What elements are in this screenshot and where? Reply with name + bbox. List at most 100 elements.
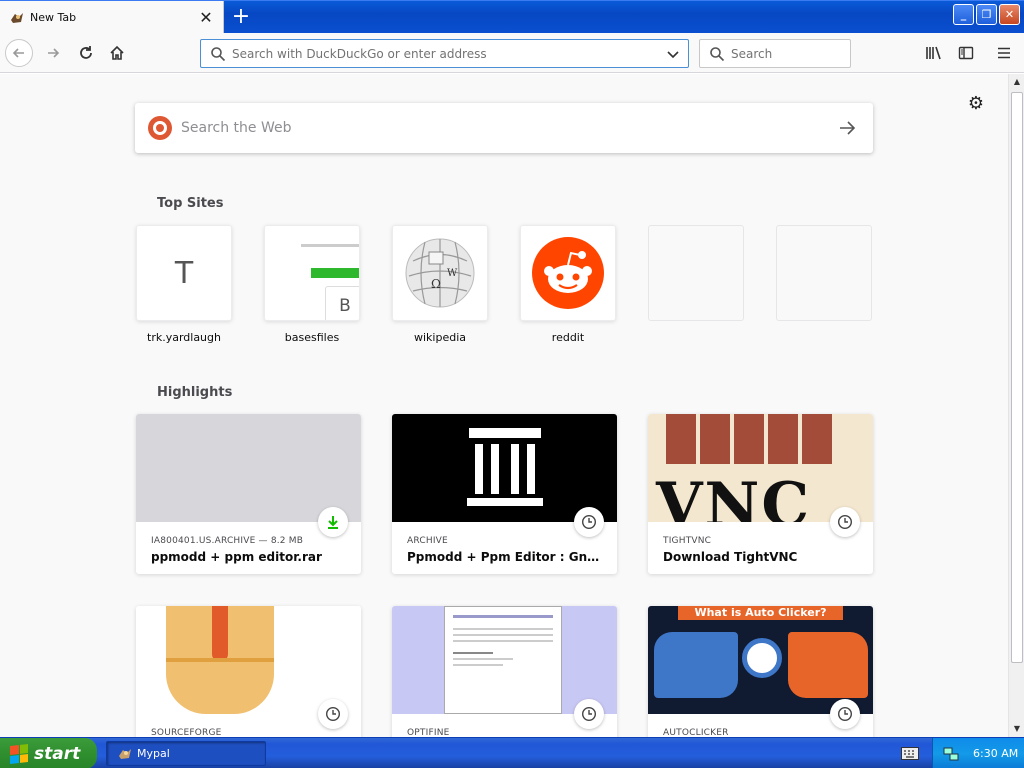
highlight-meta: IA800401.US.ARCHIVE — 8.2 MB ppmodd + pp… [136,507,361,574]
sidebar-icon [958,46,974,60]
taskbar-item-mypal[interactable]: Mypal [106,741,266,766]
search-input[interactable]: Search [731,47,772,61]
thumb-brick-pattern [666,414,836,464]
close-tab-icon[interactable]: ✕ [198,9,214,26]
thumb-line [453,634,553,636]
site-letter-badge: B [325,286,359,320]
highlight-thumbnail: VNC [648,414,873,522]
new-tab-button[interactable]: + [229,6,253,30]
top-site-label: basesfiles [284,331,340,344]
address-input[interactable]: Search with DuckDuckGo or enter address [232,47,666,61]
window-controls: _ ❐ ✕ [953,4,1020,25]
network-icon[interactable] [943,746,959,762]
scroll-down-arrow-icon[interactable]: ▼ [1010,721,1024,737]
highlight-card[interactable]: SOURCEFORGE [136,606,361,737]
thumb-center-logo [742,638,782,678]
highlight-card[interactable]: What is Auto Clicker? AUTOCLICKER [648,606,873,737]
top-site-label: reddit [551,331,585,344]
scroll-up-arrow-icon[interactable]: ▲ [1010,74,1024,90]
search-bar[interactable]: Search [699,39,851,68]
system-tray: 6:30 AM [932,738,1024,768]
site-screenshot-button [311,268,359,278]
clock-icon [574,699,604,729]
top-site-placeholder [648,225,744,321]
highlight-thumbnail [136,414,361,522]
top-site-reddit[interactable]: reddit [520,225,616,344]
new-tab-page: ⚙ Search the Web Top Sites T trk.yardlau… [0,74,1008,737]
scrollbar-thumb[interactable] [1011,92,1023,663]
tab-new-tab[interactable]: New Tab ✕ [0,1,224,34]
highlight-thumbnail: What is Auto Clicker? [648,606,873,714]
sidebar-button[interactable] [952,39,980,67]
highlight-source: TIGHTVNC [663,536,712,546]
address-bar[interactable]: Search with DuckDuckGo or enter address [200,39,689,68]
highlight-meta: AUTOCLICKER [648,699,873,737]
search-icon [211,46,226,61]
gear-icon[interactable]: ⚙ [966,94,986,114]
highlight-meta: SOURCEFORGE [136,699,361,737]
web-search-box[interactable]: Search the Web [135,103,873,153]
title-bar: New Tab ✕ + _ ❐ ✕ [0,0,1024,34]
highlights-heading: Highlights [157,385,233,400]
thumb-page [444,606,562,714]
clock-icon [830,699,860,729]
top-site-empty [648,225,744,321]
clock-icon [574,507,604,537]
highlight-thumbnail [136,606,361,714]
thumb-line [453,615,553,618]
library-button[interactable] [920,39,948,67]
thumb-banner: What is Auto Clicker? [678,606,843,620]
web-search-input[interactable]: Search the Web [181,120,837,136]
start-label: start [34,743,81,764]
top-site-tile[interactable]: T [136,225,232,321]
site-letter: T [174,255,194,291]
thumb-line [453,640,553,642]
tab-title: New Tab [30,11,77,24]
start-button[interactable]: start [0,738,97,768]
hamburger-menu-icon [998,47,1010,59]
download-icon [318,507,348,537]
highlight-thumbnail [392,606,617,714]
top-site-tile[interactable] [520,225,616,321]
highlight-meta: ARCHIVE Ppmodd + Ppm Editor : Gnta Mu... [392,507,617,574]
search-icon [710,46,725,61]
windows-taskbar: start Mypal 6:30 AM [0,737,1024,768]
keyboard-icon[interactable] [901,747,919,760]
highlight-card[interactable]: ARCHIVE Ppmodd + Ppm Editor : Gnta Mu... [392,414,617,574]
top-site-trk-yardlaugh[interactable]: T trk.yardlaugh [136,225,232,344]
top-site-basesfiles[interactable]: B basesfiles [264,225,360,344]
highlight-meta: OPTIFINE [392,699,617,737]
highlight-title: Ppmodd + Ppm Editor : Gnta Mu... [407,550,602,564]
taskbar-item-label: Mypal [137,747,170,760]
archive-building-icon [467,428,543,506]
highlight-card[interactable]: VNC TIGHTVNC Download TightVNC [648,414,873,574]
thumb-logo-text: VNC [656,470,812,522]
reload-button[interactable] [72,39,100,67]
thumb-line [453,658,513,660]
highlight-card[interactable]: OPTIFINE [392,606,617,737]
thumb-robot-right [788,632,868,698]
thumb-line [453,628,553,630]
top-site-wikipedia[interactable]: Ω W wikipedia [392,225,488,344]
highlight-source: OPTIFINE [407,728,450,737]
mypal-icon [119,748,131,759]
highlight-card[interactable]: IA800401.US.ARCHIVE — 8.2 MB ppmodd + pp… [136,414,361,574]
top-site-placeholder [776,225,872,321]
back-button[interactable] [5,39,33,67]
page-scrollbar[interactable]: ▲ ▼ [1008,74,1024,737]
highlight-source: AUTOCLICKER [663,728,729,737]
restore-button[interactable]: ❐ [976,4,997,25]
clock-icon [318,699,348,729]
forward-button[interactable] [39,39,67,67]
arrow-right-icon[interactable] [837,118,857,138]
top-site-tile[interactable]: B [264,225,360,321]
highlight-source: SOURCEFORGE [151,728,222,737]
chevron-down-icon[interactable] [666,47,680,61]
highlight-title: ppmodd + ppm editor.rar [151,550,322,564]
close-window-button[interactable]: ✕ [999,4,1020,25]
menu-button[interactable] [990,39,1018,67]
home-button[interactable] [103,39,131,67]
library-icon [926,46,941,60]
minimize-button[interactable]: _ [953,4,974,25]
top-site-tile[interactable]: Ω W [392,225,488,321]
